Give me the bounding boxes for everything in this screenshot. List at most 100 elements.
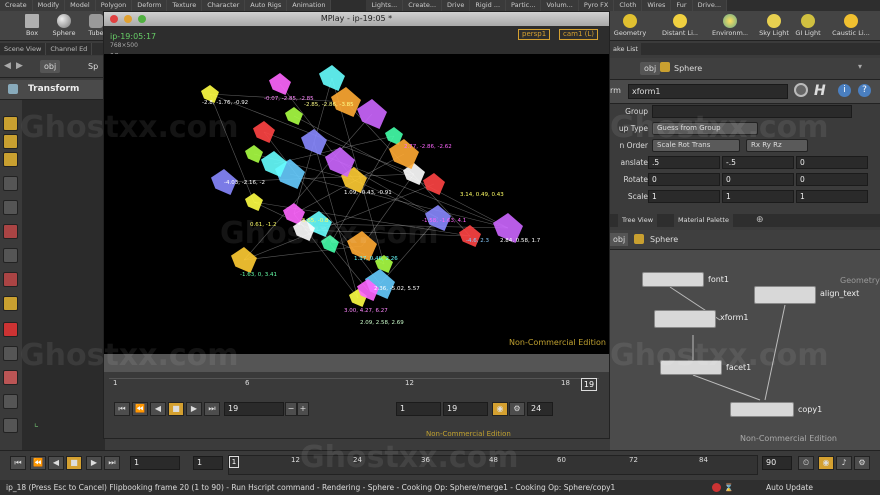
minimize-icon[interactable]	[124, 15, 132, 23]
stop-icon[interactable]: ■	[66, 456, 82, 470]
render-tool-icon[interactable]	[3, 322, 18, 337]
tab-scene-view[interactable]: Scene View	[0, 43, 47, 55]
cam-menu[interactable]: cam1 (L)	[559, 29, 598, 40]
start-field[interactable]: 1	[193, 456, 223, 470]
mp-stop-icon[interactable]: ■	[168, 402, 184, 416]
shelf-tab-15[interactable]: Pyro FX	[578, 0, 615, 11]
mplay-titlebar[interactable]: MPlay - ip-19:05 *	[104, 12, 609, 26]
mp-frame-minus-icon[interactable]: −	[285, 402, 297, 416]
grid-tool-icon[interactable]	[3, 418, 18, 433]
net-path-node[interactable]: Sphere	[650, 233, 678, 246]
end-field[interactable]: 90	[762, 456, 792, 470]
tab-channel-editor[interactable]: Channel Ed	[46, 43, 93, 55]
distant-light-tool[interactable]: Distant Li...	[662, 13, 698, 41]
forward-icon[interactable]: ▶	[16, 61, 23, 71]
rotate-y-field[interactable]: 0	[722, 173, 794, 186]
select-tool-icon[interactable]	[3, 116, 18, 131]
jump-end-icon[interactable]: ⏭	[104, 456, 120, 470]
translate-z-field[interactable]: 0	[796, 156, 868, 169]
shelf-tab-9[interactable]: Lights...	[366, 0, 404, 11]
node-name-field[interactable]: xform1	[628, 84, 788, 99]
play-back-icon[interactable]: ◀	[48, 456, 64, 470]
back-icon[interactable]: ◀	[4, 61, 11, 71]
rotate-z-field[interactable]: 0	[796, 173, 868, 186]
mplay-current-frame-marker[interactable]: 19	[581, 378, 597, 391]
jump-start-icon[interactable]: ⏮	[10, 456, 26, 470]
caustic-light-tool[interactable]: Caustic Li...	[826, 13, 876, 41]
info-icon[interactable]: i	[838, 84, 851, 97]
mp-settings-icon[interactable]: ⚙	[509, 402, 525, 416]
mp-fps-field[interactable]: 24	[527, 402, 553, 416]
shelf-tab-5[interactable]: Texture	[167, 0, 203, 11]
render-viewport[interactable]: -2.8, -1.76, -0.92 -0.07, -2.85, -2.85 -2.…	[104, 54, 609, 354]
param-path-obj[interactable]: obj	[640, 62, 661, 75]
shelf-tab-10[interactable]: Create...	[403, 0, 443, 11]
path-node[interactable]: Sp	[88, 60, 98, 73]
audio-icon[interactable]: ♪	[836, 456, 852, 470]
display-tool-icon[interactable]	[3, 394, 18, 409]
maximize-icon[interactable]	[138, 15, 146, 23]
tab-material-palette[interactable]: Material Palette	[674, 214, 733, 227]
param-path-node[interactable]: Sphere	[674, 62, 702, 75]
mp-jump-start-icon[interactable]: ⏮	[114, 402, 130, 416]
handle-tool-icon[interactable]	[3, 200, 18, 215]
mp-step-back-icon[interactable]: ⏪	[132, 402, 148, 416]
mp-play-icon[interactable]: ▶	[186, 402, 202, 416]
scale-z-field[interactable]: 1	[796, 190, 868, 203]
scale-y-field[interactable]: 1	[722, 190, 794, 203]
snap-tool-icon[interactable]	[3, 248, 18, 263]
shelf-tab-16[interactable]: Cloth	[614, 0, 643, 11]
shelf-tab-8[interactable]: Animation	[287, 0, 332, 11]
mp-jump-end-icon[interactable]: ⏭	[204, 402, 220, 416]
pose-tool-icon[interactable]	[3, 176, 18, 191]
realtime-icon[interactable]: ⏲	[798, 456, 814, 470]
help-icon[interactable]: ?	[858, 84, 871, 97]
tab-tree-view[interactable]: Tree View	[618, 214, 658, 227]
axis-tool-icon[interactable]	[3, 296, 18, 311]
env-light-tool[interactable]: Environm...	[712, 13, 748, 41]
box-tool[interactable]: Box	[14, 13, 50, 41]
node-font1[interactable]: font1	[642, 272, 729, 287]
shelf-tab-7[interactable]: Auto Rigs	[245, 0, 288, 11]
mp-frame-field[interactable]: 19	[224, 402, 284, 416]
shelf-tab-2[interactable]: Model	[65, 0, 96, 11]
sky-light-tool[interactable]: Sky Light	[756, 13, 792, 41]
add-tab-icon[interactable]: ⊕	[756, 215, 764, 225]
node-copy1[interactable]: copy1	[730, 402, 822, 417]
shelf-tab-18[interactable]: Fur	[671, 0, 693, 11]
help-h-icon[interactable]: H	[814, 83, 826, 99]
rotate-x-field[interactable]: 0	[648, 173, 720, 186]
auto-update-menu[interactable]: Auto Update	[766, 480, 813, 495]
key-icon[interactable]: ◉	[818, 456, 834, 470]
camera-tool-icon[interactable]	[3, 346, 18, 361]
shelf-tab-6[interactable]: Character	[202, 0, 246, 11]
persp-menu[interactable]: persp1	[518, 29, 551, 40]
play-icon[interactable]: ▶	[86, 456, 102, 470]
shelf-tab-13[interactable]: Partic...	[506, 0, 542, 11]
timeline-marker[interactable]: 1	[229, 456, 239, 468]
shelf-tab-3[interactable]: Polygon	[95, 0, 133, 11]
mp-range-end[interactable]: 19	[443, 402, 488, 416]
translate-x-field[interactable]: .5	[648, 156, 720, 169]
node-xform1[interactable]: xform1	[654, 310, 748, 328]
magnet-tool-icon[interactable]	[3, 272, 18, 287]
node-align-text[interactable]: align_text	[754, 286, 859, 304]
sphere-tool[interactable]: Sphere	[46, 13, 82, 41]
settings-icon[interactable]: ⚙	[854, 456, 870, 470]
shelf-tab-19[interactable]: Drive...	[692, 0, 728, 11]
scale-x-field[interactable]: 1	[648, 190, 720, 203]
move-tool-icon[interactable]	[3, 134, 18, 149]
mp-play-back-icon[interactable]: ◀	[150, 402, 166, 416]
path-obj[interactable]: obj	[40, 60, 61, 73]
gear-icon[interactable]	[794, 83, 808, 97]
stop-cook-icon[interactable]	[712, 483, 721, 492]
tab-take-list[interactable]: ake List	[610, 43, 641, 55]
translate-y-field[interactable]: -.5	[722, 156, 794, 169]
net-path-obj[interactable]: obj	[610, 233, 629, 246]
shelf-tab-14[interactable]: Volum...	[541, 0, 579, 11]
mp-frame-plus-icon[interactable]: +	[297, 402, 309, 416]
shelf-tab-17[interactable]: Wires	[642, 0, 672, 11]
frame-field[interactable]: 1	[130, 456, 180, 470]
shelf-tab-4[interactable]: Deform	[132, 0, 168, 11]
rotate-tool-icon[interactable]	[3, 152, 18, 167]
